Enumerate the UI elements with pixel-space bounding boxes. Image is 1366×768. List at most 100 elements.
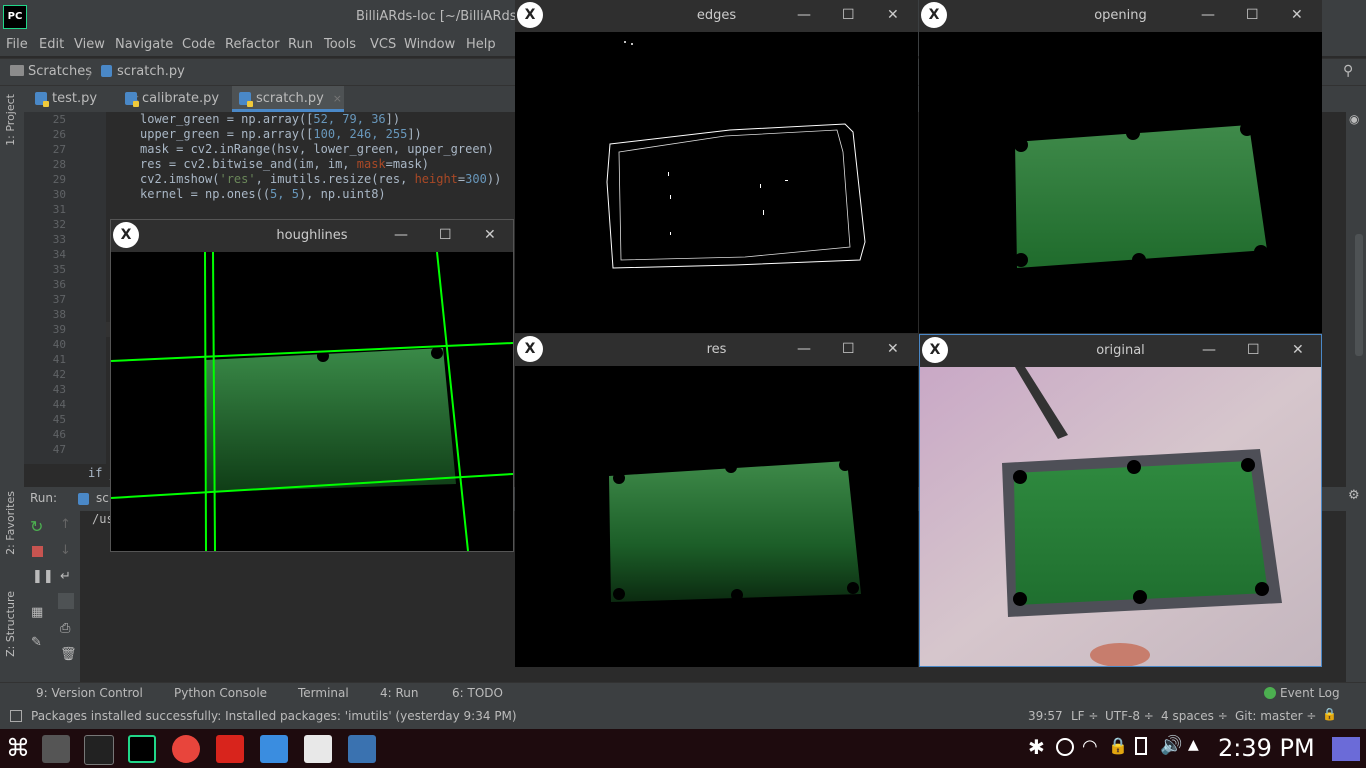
file-encoding[interactable]: UTF-8 ÷ <box>1105 709 1154 723</box>
line-number: 38 <box>52 308 66 321</box>
clipboard-icon[interactable] <box>1135 737 1147 755</box>
minimize-icon[interactable]: — <box>394 227 408 243</box>
minimize-icon[interactable]: — <box>797 341 811 357</box>
menu-view[interactable]: View <box>74 37 105 52</box>
file-manager-icon[interactable] <box>42 735 70 763</box>
maximize-icon[interactable]: ☐ <box>1247 342 1260 358</box>
maximize-icon[interactable]: ☐ <box>1246 7 1259 23</box>
window-houghlines[interactable]: X houghlines — ☐ ✕ <box>110 219 514 552</box>
slides-icon[interactable] <box>304 735 332 763</box>
status-icon[interactable] <box>10 710 22 722</box>
tab-event-log[interactable]: Event Log <box>1280 686 1340 700</box>
lock-icon[interactable]: 🔒 <box>1108 736 1128 755</box>
maximize-icon[interactable]: ☐ <box>842 7 855 23</box>
arrow-up-icon[interactable]: ▲ <box>1188 737 1199 753</box>
window-title-bar[interactable]: X houghlines — ☐ ✕ <box>111 220 513 252</box>
stop-icon[interactable] <box>32 546 43 557</box>
tab-run[interactable]: 4: Run <box>380 686 419 700</box>
media-icon[interactable] <box>1056 738 1074 756</box>
maximize-icon[interactable]: ☐ <box>842 341 855 357</box>
tab-scratch-py[interactable]: scratch.py × <box>232 86 344 112</box>
arrow-down-icon[interactable]: ↓ <box>60 543 71 558</box>
breadcrumb-file[interactable]: scratch.py <box>117 64 185 79</box>
close-icon[interactable]: ✕ <box>887 7 899 23</box>
tab-calibrate-py[interactable]: calibrate.py × <box>118 86 252 112</box>
chrome-icon[interactable] <box>172 735 200 763</box>
menu-navigate[interactable]: Navigate <box>115 37 173 52</box>
window-title-bar[interactable]: X original — ☐ ✕ <box>920 335 1321 367</box>
trash-icon[interactable]: 🗑 <box>60 647 77 662</box>
show-desktop-icon[interactable] <box>1332 737 1360 761</box>
minimize-icon[interactable]: — <box>797 7 811 23</box>
tab-python-console[interactable]: Python Console <box>174 686 267 700</box>
breadcrumb-scratches[interactable]: Scratches <box>28 64 92 79</box>
tab-close-icon[interactable]: × <box>333 86 342 112</box>
pycharm-icon[interactable] <box>128 735 156 763</box>
close-icon[interactable]: ✕ <box>887 341 899 357</box>
terminal-icon[interactable] <box>84 735 114 765</box>
tab-todo[interactable]: 6: TODO <box>452 686 503 700</box>
maximize-icon[interactable]: ☐ <box>439 227 452 243</box>
print-icon[interactable]: ⎙ <box>60 621 70 636</box>
favorites-tool-tab[interactable]: 2: Favorites <box>4 491 17 555</box>
wifi-icon[interactable]: ◠ <box>1082 736 1098 757</box>
arrow-up-icon[interactable]: ↑ <box>60 517 71 532</box>
code-line: mask = cv2.inRange(hsv, lower_green, upp… <box>140 142 495 156</box>
python-icon[interactable] <box>348 735 376 763</box>
window-title-bar[interactable]: X edges — ☐ ✕ <box>515 0 918 32</box>
structure-tool-tab[interactable]: Z: Structure <box>4 591 17 657</box>
search-icon[interactable]: ⚲ <box>1343 63 1353 79</box>
taskbar: ⌘ ✱ ◠ 🔒 🔊 ▲ 2:39 PM <box>0 729 1366 768</box>
menu-edit[interactable]: Edit <box>39 37 64 52</box>
window-title-bar[interactable]: X res — ☐ ✕ <box>515 334 918 366</box>
tab-version-control[interactable]: 9: Version Control <box>36 686 143 700</box>
menu-run[interactable]: Run <box>288 37 313 52</box>
tab-terminal[interactable]: Terminal <box>298 686 349 700</box>
scroll-to-end-icon[interactable] <box>58 593 74 609</box>
minimize-icon[interactable]: — <box>1201 7 1215 23</box>
git-branch[interactable]: Git: master ÷ <box>1235 709 1316 723</box>
menu-vcs[interactable]: VCS <box>370 37 396 52</box>
app-menu-icon[interactable]: ⌘ <box>6 734 30 762</box>
menu-refactor[interactable]: Refactor <box>225 37 280 52</box>
soft-wrap-icon[interactable]: ↵ <box>60 569 71 584</box>
window-res[interactable]: X res — ☐ ✕ <box>515 334 918 667</box>
menu-tools[interactable]: Tools <box>324 37 356 52</box>
menu-window[interactable]: Window <box>404 37 455 52</box>
indent-setting[interactable]: 4 spaces ÷ <box>1161 709 1228 723</box>
breadcrumb-separator: 〉 <box>86 68 100 83</box>
volume-icon[interactable]: 🔊 <box>1160 735 1182 756</box>
window-original[interactable]: X original — ☐ ✕ <box>919 334 1322 667</box>
rerun-icon[interactable]: ↻ <box>30 517 43 536</box>
close-icon[interactable]: ✕ <box>1291 7 1303 23</box>
tab-label: calibrate.py <box>142 91 220 106</box>
settings-icon[interactable]: ✱ <box>1028 735 1045 759</box>
finder-icon[interactable] <box>260 735 288 763</box>
project-tool-tab[interactable]: 1: Project <box>4 94 17 146</box>
pin-icon[interactable]: ✎ <box>31 635 42 650</box>
close-icon[interactable]: ✕ <box>1292 342 1304 358</box>
line-separator[interactable]: LF ÷ <box>1071 709 1098 723</box>
window-title: res <box>706 342 727 357</box>
lock-icon[interactable]: 🔒 <box>1322 707 1337 721</box>
window-edges[interactable]: X edges — ☐ ✕ <box>515 0 918 333</box>
layout-icon[interactable]: ▦ <box>31 605 43 620</box>
close-icon[interactable]: ✕ <box>484 227 496 243</box>
eye-icon[interactable]: ◉ <box>1349 112 1359 126</box>
menu-code[interactable]: Code <box>182 37 215 52</box>
pdf-icon[interactable] <box>216 735 244 763</box>
pause-icon[interactable]: ❚❚ <box>32 569 54 584</box>
window-opening[interactable]: X opening — ☐ ✕ <box>919 0 1322 333</box>
menu-help[interactable]: Help <box>466 37 496 52</box>
minimize-icon[interactable]: — <box>1202 342 1216 358</box>
line-number: 28 <box>52 158 66 171</box>
clock[interactable]: 2:39 PM <box>1218 734 1315 762</box>
menu-file[interactable]: File <box>6 37 28 52</box>
line-number: 36 <box>52 278 66 291</box>
line-number: 35 <box>52 263 66 276</box>
editor-scrollbar[interactable] <box>1355 234 1363 356</box>
gear-icon[interactable]: ⚙ <box>1348 488 1360 503</box>
line-number: 45 <box>52 413 66 426</box>
caret-position[interactable]: 39:57 <box>1028 709 1063 723</box>
window-title-bar[interactable]: X opening — ☐ ✕ <box>919 0 1322 32</box>
